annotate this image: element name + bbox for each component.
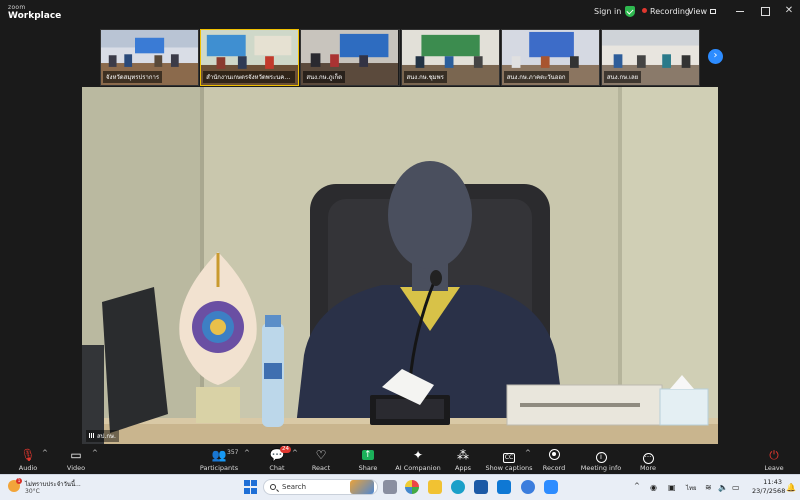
more-button[interactable]: ··· More bbox=[622, 447, 674, 472]
react-label: React bbox=[311, 464, 331, 472]
edge-browser-icon[interactable] bbox=[451, 480, 465, 494]
microphone-muted-icon: 🎙 bbox=[20, 448, 36, 462]
zoom-app-icon[interactable] bbox=[544, 480, 558, 494]
taskbar-app-icon[interactable] bbox=[521, 480, 535, 494]
audio-button[interactable]: 🎙 Audio ^ bbox=[2, 447, 54, 472]
video-tile-label: สนง.กษ.ภาคตะวันออก bbox=[503, 71, 569, 83]
search-placeholder: Search bbox=[282, 483, 307, 491]
video-tile[interactable]: สนง.กษ.เลย bbox=[600, 29, 701, 86]
view-label: View bbox=[688, 7, 707, 16]
video-tile-label: สนง.กษ.ภูเก็ต bbox=[303, 71, 345, 83]
minimize-button[interactable] bbox=[733, 5, 747, 17]
app-brand-name: Workplace bbox=[8, 11, 62, 21]
video-tile-label: สนง.กษ.ชุมพร bbox=[403, 71, 447, 83]
record-label: Record bbox=[542, 464, 566, 472]
participants-icon: 👥 bbox=[211, 448, 227, 462]
leave-icon: ⏻ bbox=[769, 448, 779, 462]
participant-name: สป.กษ. bbox=[97, 433, 116, 440]
participants-options-chevron-icon[interactable]: ^ bbox=[244, 449, 250, 457]
video-tile-label: สนง.กษ.เลย bbox=[603, 71, 642, 83]
search-icon bbox=[270, 484, 276, 490]
weather-notification-badge: 1 bbox=[16, 478, 22, 484]
video-tile[interactable]: สนง.กษ.ชุมพร bbox=[400, 29, 500, 86]
input-language-indicator[interactable]: ไทย bbox=[686, 483, 697, 493]
video-tile-label: จังหวัดสมุทรปราการ bbox=[103, 71, 163, 83]
record-icon bbox=[548, 449, 560, 460]
share-label: Share bbox=[358, 464, 378, 472]
store-app-icon[interactable] bbox=[474, 480, 488, 494]
main-video[interactable]: สป.กษ. bbox=[82, 87, 718, 444]
participants-button[interactable]: 👥 357 Participants ^ bbox=[193, 447, 250, 472]
apps-button[interactable]: ⁂ Apps bbox=[437, 447, 489, 472]
sparkle-icon: ✦ bbox=[412, 448, 424, 462]
recording-label: Recording bbox=[650, 7, 691, 16]
volume-icon[interactable]: 🔈 bbox=[718, 483, 728, 492]
wifi-icon[interactable]: ≋ bbox=[705, 483, 712, 492]
battery-icon[interactable]: ▭ bbox=[732, 483, 740, 492]
meet-now-icon[interactable]: ◉ bbox=[650, 483, 657, 492]
windows-taskbar: 1 ไม่ทราบประจำวันนี้... 30°C Search ^ ◉ … bbox=[0, 474, 800, 500]
info-icon: i bbox=[595, 452, 607, 463]
video-tile[interactable]: สนง.กษ.ภูเก็ต bbox=[300, 29, 400, 86]
news-widget-icon[interactable] bbox=[350, 480, 374, 494]
encryption-shield-icon[interactable] bbox=[625, 6, 635, 17]
heart-icon: ♡ bbox=[315, 448, 327, 462]
chat-unread-badge: 24 bbox=[280, 446, 291, 453]
title-bar: zoom Workplace Sign in Recording View ✕ bbox=[0, 0, 800, 24]
video-tile[interactable]: สนง.กษ.ภาคตะวันออก bbox=[500, 29, 600, 86]
notifications-bell-icon[interactable]: 🔔 bbox=[786, 483, 796, 492]
apps-label: Apps bbox=[454, 464, 472, 472]
signal-strength-icon bbox=[89, 433, 95, 438]
copilot-icon[interactable] bbox=[405, 480, 419, 494]
audio-options-chevron-icon[interactable]: ^ bbox=[42, 449, 48, 457]
windows-start-icon[interactable] bbox=[244, 480, 257, 494]
video-camera-icon: ▭ bbox=[70, 448, 82, 462]
record-button[interactable]: Record bbox=[528, 447, 580, 472]
sign-in-link[interactable]: Sign in bbox=[594, 7, 621, 16]
audio-label: Audio bbox=[18, 464, 38, 472]
file-explorer-icon[interactable] bbox=[428, 480, 442, 494]
clock-time: 11:43 bbox=[763, 478, 782, 486]
video-label: Video bbox=[66, 464, 86, 472]
apps-icon: ⁂ bbox=[457, 448, 469, 462]
share-screen-icon bbox=[362, 447, 374, 463]
video-button[interactable]: ▭ Video ^ bbox=[50, 447, 102, 472]
participants-label: Participants bbox=[199, 464, 239, 472]
meeting-info-button[interactable]: i Meeting info bbox=[575, 447, 627, 472]
meeting-toolbar: 🎙 Audio ^ ▭ Video ^ 👥 357 Participants ^… bbox=[0, 444, 800, 474]
view-grid-icon bbox=[709, 9, 716, 14]
clock-date: 23/7/2568 bbox=[752, 487, 786, 495]
maximize-button[interactable] bbox=[758, 5, 772, 17]
network-device-icon[interactable]: ▣ bbox=[668, 483, 676, 492]
gallery-next-button[interactable]: › bbox=[708, 49, 723, 64]
recording-dot-icon bbox=[642, 8, 647, 13]
more-label: More bbox=[639, 464, 657, 472]
gallery-strip: จังหวัดสมุทรปราการ สำนักงานเกษตรจังหวัดพ… bbox=[100, 29, 701, 86]
close-button[interactable]: ✕ bbox=[782, 5, 796, 17]
react-button[interactable]: ♡ React bbox=[295, 447, 347, 472]
video-tile[interactable]: จังหวัดสมุทรปราการ bbox=[100, 29, 200, 86]
video-tile-active-speaker[interactable]: สำนักงานเกษตรจังหวัดพระนครศรีอยุธยา bbox=[200, 29, 300, 86]
participant-name-tag: สป.กษ. bbox=[86, 430, 119, 442]
app-logo: zoom Workplace bbox=[8, 3, 61, 21]
recording-indicator[interactable]: Recording bbox=[642, 7, 690, 16]
closed-captions-icon: CC bbox=[502, 453, 516, 463]
weather-temperature: 30°C bbox=[25, 488, 40, 495]
share-button[interactable]: Share bbox=[342, 447, 394, 472]
participants-count: 357 bbox=[227, 449, 239, 456]
meeting-info-label: Meeting info bbox=[580, 464, 622, 472]
taskbar-clock[interactable]: 11:43 23/7/2568 bbox=[752, 478, 786, 495]
mail-app-icon[interactable] bbox=[497, 480, 511, 494]
more-dots-icon: ··· bbox=[642, 453, 654, 464]
leave-button[interactable]: ⏻ Leave bbox=[748, 447, 800, 472]
task-view-icon[interactable] bbox=[383, 480, 397, 494]
leave-label: Leave bbox=[764, 464, 784, 472]
view-button[interactable]: View bbox=[688, 7, 716, 16]
show-hidden-icons-chevron-icon[interactable]: ^ bbox=[634, 482, 640, 490]
main-video-feed bbox=[82, 87, 718, 444]
video-tile-label: สำนักงานเกษตรจังหวัดพระนครศรีอยุธยา bbox=[203, 71, 295, 83]
video-options-chevron-icon[interactable]: ^ bbox=[92, 449, 98, 457]
